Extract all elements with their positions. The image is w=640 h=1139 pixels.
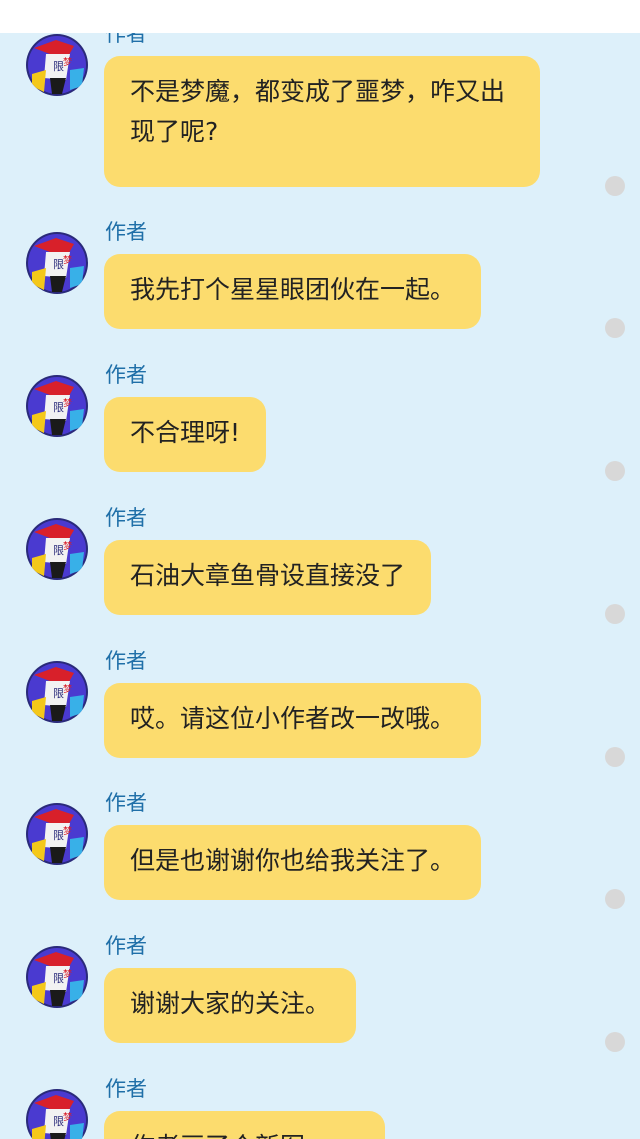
message-bubble[interactable]: 不是梦魔，都变成了噩梦，咋又出现了呢?: [104, 56, 540, 187]
read-status-dot: [605, 604, 625, 624]
read-status-dot: [605, 889, 625, 909]
read-status-dot: [605, 318, 625, 338]
avatar-icon[interactable]: 限 梦: [26, 661, 88, 723]
sender-name: 作者: [105, 363, 147, 387]
svg-text:梦: 梦: [63, 684, 72, 695]
svg-text:梦: 梦: [63, 57, 72, 68]
read-status-dot: [605, 1032, 625, 1052]
chat-thread: 限 梦 作者 不是梦魔，都变成了噩梦，咋又出现了呢? 限 梦 作者 我先打个星星…: [0, 0, 640, 1139]
message-bubble[interactable]: 但是也谢谢你也给我关注了。: [104, 825, 482, 900]
sender-name: 作者: [105, 791, 147, 815]
message-bubble[interactable]: 我先打个星星眼团伙在一起。: [104, 254, 482, 329]
avatar-icon[interactable]: 限 梦: [26, 1089, 88, 1139]
sender-name: 作者: [105, 1077, 147, 1101]
message-bubble[interactable]: 石油大章鱼骨设直接没了: [104, 540, 432, 615]
message-bubble[interactable]: 不合理呀!: [104, 397, 267, 472]
message-bubble[interactable]: 哎。请这位小作者改一改哦。: [104, 683, 482, 758]
avatar-icon[interactable]: 限 梦: [26, 232, 88, 294]
svg-text:梦: 梦: [63, 826, 72, 837]
svg-text:梦: 梦: [63, 541, 72, 552]
avatar-icon[interactable]: 限 梦: [26, 946, 88, 1008]
read-status-dot: [605, 461, 625, 481]
read-status-dot: [605, 747, 625, 767]
avatar-icon[interactable]: 限 梦: [26, 34, 88, 96]
sender-name: 作者: [105, 934, 147, 958]
read-status-dot: [605, 176, 625, 196]
svg-text:梦: 梦: [63, 969, 72, 980]
avatar-icon[interactable]: 限 梦: [26, 518, 88, 580]
sender-name: 作者: [105, 220, 147, 244]
avatar-icon[interactable]: 限 梦: [26, 375, 88, 437]
message-bubble[interactable]: 作者画了个新图: [104, 1111, 385, 1139]
svg-text:梦: 梦: [63, 255, 72, 266]
top-bar: [0, 0, 640, 33]
sender-name: 作者: [105, 649, 147, 673]
svg-text:梦: 梦: [63, 1112, 72, 1123]
avatar-icon[interactable]: 限 梦: [26, 803, 88, 865]
message-bubble[interactable]: 谢谢大家的关注。: [104, 968, 357, 1043]
sender-name: 作者: [105, 506, 147, 530]
svg-text:梦: 梦: [63, 398, 72, 409]
